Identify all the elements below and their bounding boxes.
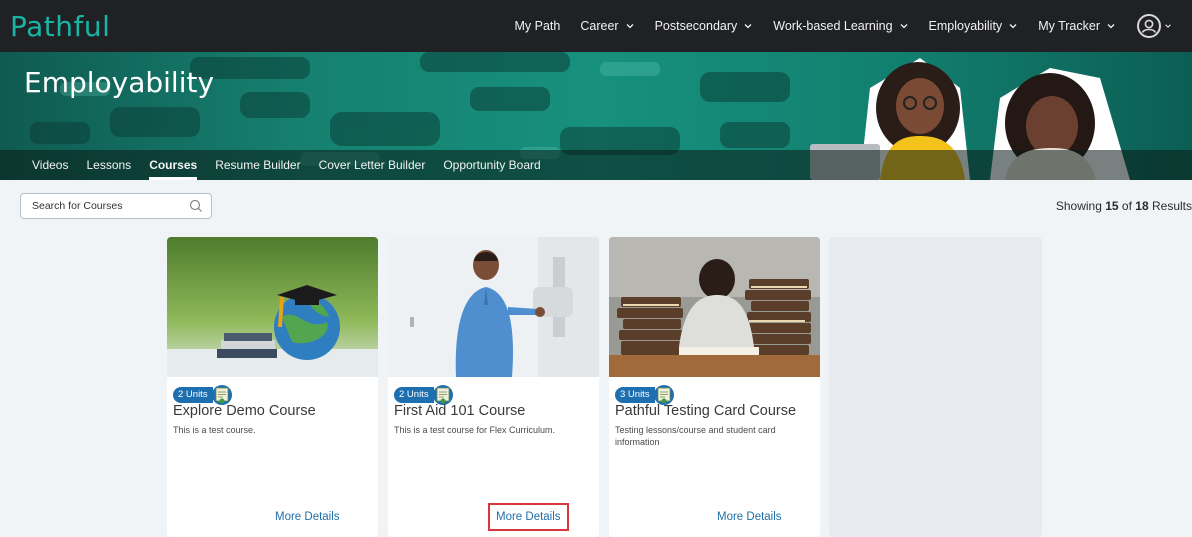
nav-career[interactable]: Career <box>580 19 634 33</box>
units-badge: 2 Units <box>394 387 434 403</box>
units-badge: 3 Units <box>615 387 655 403</box>
nav-my-tracker-label: My Tracker <box>1038 19 1100 33</box>
results-middle: of <box>1118 199 1136 213</box>
results-total: 18 <box>1135 199 1149 213</box>
graduation-globe-image <box>167 237 378 377</box>
nav-employability[interactable]: Employability <box>929 19 1019 33</box>
more-details-link[interactable]: More Details <box>717 511 782 523</box>
student-books-image <box>609 237 820 377</box>
section-tabs: Videos Lessons Courses Resume Builder Co… <box>0 150 1192 180</box>
nav-my-path-label: My Path <box>514 19 561 33</box>
loading-card-placeholder <box>829 237 1042 537</box>
tab-resume-builder[interactable]: Resume Builder <box>215 150 300 180</box>
medical-technician-image <box>388 237 599 377</box>
search-icon[interactable] <box>189 199 203 213</box>
nav-postsecondary[interactable]: Postsecondary <box>655 19 754 33</box>
results-prefix: Showing <box>1055 199 1106 213</box>
course-card[interactable]: 2 Units First Aid 101 Course This is a t… <box>388 237 599 537</box>
nav-career-label: Career <box>580 19 619 33</box>
chevron-down-icon <box>1165 24 1171 28</box>
results-count: Showing 15 of 18 Results <box>1056 199 1192 213</box>
main-nav: My Path Career Postsecondary Work-based … <box>515 0 1173 52</box>
tab-opportunity-board[interactable]: Opportunity Board <box>443 150 540 180</box>
nav-my-path[interactable]: My Path <box>515 19 561 33</box>
nav-work-based-learning[interactable]: Work-based Learning <box>773 19 908 33</box>
nav-employability-label: Employability <box>928 19 1003 33</box>
tab-videos[interactable]: Videos <box>32 150 68 180</box>
course-title[interactable]: First Aid 101 Course <box>394 403 525 419</box>
chevron-down-icon <box>626 24 634 29</box>
tab-lessons[interactable]: Lessons <box>86 150 131 180</box>
tab-courses[interactable]: Courses <box>149 150 198 180</box>
page-title: Employability <box>24 66 215 99</box>
search-input[interactable] <box>21 194 171 218</box>
course-card[interactable]: 2 Units Explore Demo Course This is a te… <box>167 237 378 537</box>
nav-my-tracker[interactable]: My Tracker <box>1038 19 1116 33</box>
nav-postsecondary-label: Postsecondary <box>654 19 738 33</box>
user-circle-icon <box>1137 14 1161 38</box>
course-description: This is a test course. <box>173 425 256 435</box>
results-suffix: Results <box>1148 199 1192 213</box>
chevron-down-icon <box>744 24 752 29</box>
chevron-down-icon <box>900 24 908 29</box>
course-search <box>20 193 212 219</box>
tab-cover-letter-builder[interactable]: Cover Letter Builder <box>319 150 426 180</box>
chevron-down-icon <box>1009 24 1017 29</box>
logo-text: Pathful <box>10 9 111 43</box>
nav-work-based-learning-label: Work-based Learning <box>773 19 893 33</box>
course-description: Testing lessons/course and student card … <box>615 425 776 447</box>
page-banner: Employability Videos Lessons Courses Res… <box>0 52 1192 180</box>
units-badge: 2 Units <box>173 387 213 403</box>
chevron-down-icon <box>1107 24 1115 29</box>
course-title[interactable]: Explore Demo Course <box>173 403 316 419</box>
top-nav-bar: Pathful My Path Career Postsecondary Wor… <box>0 0 1192 52</box>
course-description: This is a test course for Flex Curriculu… <box>394 425 556 435</box>
course-title[interactable]: Pathful Testing Card Course <box>615 403 796 419</box>
course-card[interactable]: 3 Units Pathful Testing Card Course Test… <box>609 237 820 537</box>
user-menu[interactable] <box>1136 13 1172 39</box>
results-shown: 15 <box>1105 199 1119 213</box>
more-details-link[interactable]: More Details <box>275 511 340 523</box>
pathful-logo[interactable]: Pathful <box>10 6 110 46</box>
more-details-link[interactable]: More Details <box>488 503 569 531</box>
